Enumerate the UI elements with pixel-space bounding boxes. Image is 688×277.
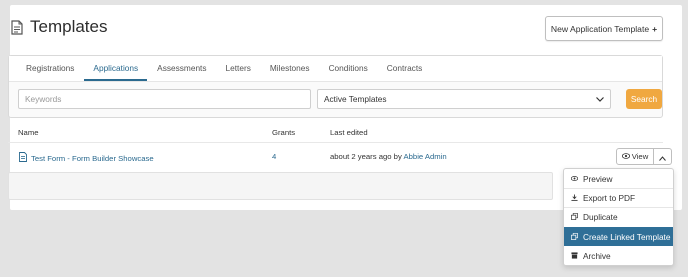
eye-icon: [571, 174, 578, 184]
tab-conditions[interactable]: Conditions: [320, 56, 377, 81]
menu-item-preview[interactable]: Preview: [564, 169, 673, 188]
column-header-name[interactable]: Name: [18, 128, 39, 137]
view-button-label: View: [631, 152, 649, 161]
menu-item-duplicate[interactable]: Duplicate: [564, 207, 673, 226]
last-edited-text: about 2 years ago by Abbie Admin: [330, 152, 447, 161]
menu-item-create-linked-template[interactable]: Create Linked Template: [564, 227, 673, 246]
archive-icon: [571, 251, 578, 261]
last-edited-prefix: about 2 years ago by: [330, 152, 402, 161]
column-header-grants[interactable]: Grants: [272, 128, 295, 137]
status-select[interactable]: Active Templates: [317, 89, 611, 109]
chevron-down-icon: [596, 94, 604, 104]
menu-item-label: Archive: [583, 250, 611, 261]
menu-item-label: Duplicate: [583, 211, 618, 222]
view-button[interactable]: View: [616, 148, 654, 165]
column-header-last-edited[interactable]: Last edited: [330, 128, 368, 137]
menu-item-label: Create Linked Template: [583, 231, 671, 242]
new-application-template-button[interactable]: New Application Template +: [545, 16, 663, 41]
table-footer-box: [8, 172, 553, 200]
tab-assessments[interactable]: Assessments: [148, 56, 215, 81]
header-divider: [8, 142, 663, 143]
table-row-name: Test Form - Form Builder Showcase: [19, 152, 154, 164]
actions-dropdown-menu: Preview Export to PDF Duplicate Create L…: [563, 168, 674, 266]
chevron-up-icon: [659, 148, 666, 166]
page-header: Templates: [11, 17, 107, 37]
eye-icon: [621, 152, 630, 161]
template-name-link[interactable]: Test Form - Form Builder Showcase: [31, 154, 154, 163]
tab-contracts[interactable]: Contracts: [378, 56, 432, 81]
tab-applications[interactable]: Applications: [84, 56, 148, 81]
download-icon: [571, 193, 578, 203]
template-tabs: Registrations Applications Assessments L…: [9, 56, 662, 82]
page-title: Templates: [30, 17, 108, 36]
menu-item-label: Export to PDF: [583, 192, 636, 203]
view-button-group: View: [616, 148, 672, 165]
plus-icon: +: [652, 23, 658, 34]
copy-icon: [571, 232, 578, 242]
keywords-input[interactable]: [18, 89, 311, 109]
grants-count-link[interactable]: 4: [272, 152, 276, 161]
document-icon: [19, 152, 27, 164]
new-button-label: New Application Template: [550, 23, 650, 34]
tab-milestones[interactable]: Milestones: [261, 56, 319, 81]
status-select-value: Active Templates: [324, 94, 387, 104]
menu-item-export-pdf[interactable]: Export to PDF: [564, 188, 673, 207]
document-icon: [11, 19, 23, 35]
copy-icon: [571, 212, 578, 222]
tab-registrations[interactable]: Registrations: [17, 56, 83, 81]
actions-dropdown-toggle[interactable]: [654, 148, 672, 165]
search-button[interactable]: Search: [626, 89, 662, 109]
menu-item-archive[interactable]: Archive: [564, 246, 673, 265]
menu-item-label: Preview: [583, 173, 613, 184]
editor-link[interactable]: Abbie Admin: [404, 152, 447, 161]
filter-panel: Registrations Applications Assessments L…: [8, 55, 663, 118]
tab-letters[interactable]: Letters: [217, 56, 260, 81]
